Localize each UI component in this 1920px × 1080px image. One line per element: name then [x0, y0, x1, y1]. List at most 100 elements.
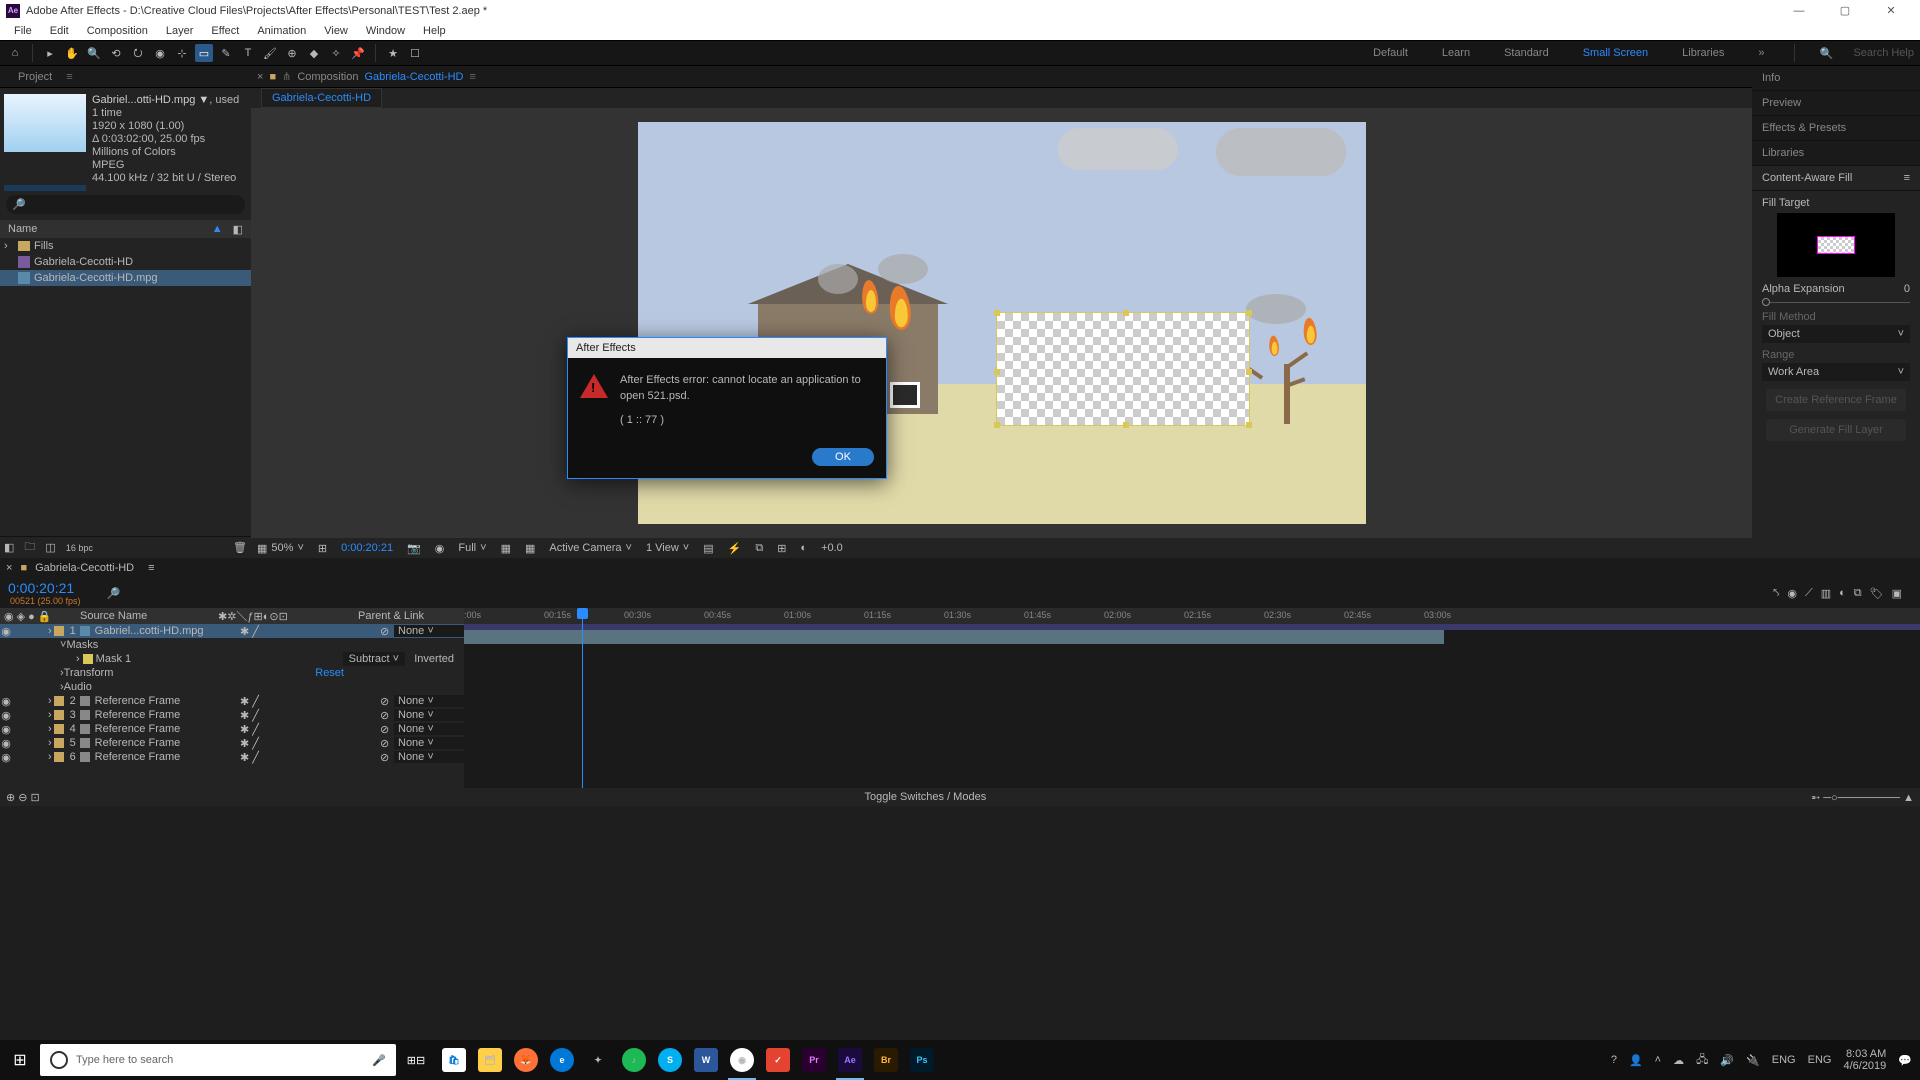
mask-region[interactable] — [996, 312, 1250, 426]
label-icon[interactable]: ◧ — [233, 223, 243, 236]
project-header[interactable]: Name▲◧ — [0, 220, 251, 238]
project-item-footage[interactable]: Gabriela-Cecotti-HD.mpg — [0, 270, 251, 286]
mic-icon[interactable]: 🎤 — [372, 1054, 386, 1067]
menu-composition[interactable]: Composition — [79, 23, 156, 39]
tray-lang2[interactable]: ENG — [1808, 1054, 1832, 1066]
layer-row[interactable]: ◉›3Reference Frame✱ ╱⊘None ˅ — [0, 708, 464, 722]
pixel-aspect-icon[interactable]: ▤ — [703, 542, 713, 555]
timeline-tab[interactable]: Gabriela-Cecotti-HD — [35, 562, 134, 574]
timeline-icon[interactable]: ⧉ — [755, 542, 763, 555]
tray-clock[interactable]: 8:03 AM4/6/2019 — [1843, 1048, 1886, 1072]
workspace-default[interactable]: Default — [1365, 43, 1416, 63]
viewer-timecode[interactable]: 0:00:20:21 — [341, 542, 393, 554]
panel-libraries[interactable]: Libraries — [1752, 141, 1920, 166]
taskbar-aftereffects[interactable]: Ae — [832, 1040, 868, 1080]
timeline-timecode[interactable]: 0:00:20:21 — [8, 580, 81, 596]
fill-icon[interactable]: ★ — [384, 44, 402, 62]
tray-up-icon[interactable]: ˄ — [1655, 1054, 1661, 1066]
flowchart-icon[interactable]: ⋔ — [282, 70, 291, 83]
tray-volume-icon[interactable]: 🔊 — [1720, 1054, 1734, 1067]
caf-alpha-value[interactable]: 0 — [1904, 283, 1910, 295]
search-icon[interactable]: 🔍 — [1817, 44, 1835, 62]
mask-mode-select[interactable]: Subtract ˅ — [343, 652, 405, 666]
menu-window[interactable]: Window — [358, 23, 413, 39]
interpret-icon[interactable]: ◧ — [4, 541, 14, 554]
trash-icon[interactable]: 🗑 — [233, 541, 247, 554]
puppet-tool-icon[interactable]: 📌 — [349, 44, 367, 62]
markers-icon[interactable]: 🏷 — [1870, 587, 1884, 600]
close-tab-icon[interactable]: × — [6, 562, 12, 574]
layer-masks[interactable]: ˅ Masks — [0, 638, 464, 652]
close-button[interactable]: ✕ — [1868, 0, 1914, 21]
tray-lang1[interactable]: ENG — [1772, 1054, 1796, 1066]
parent-select[interactable]: None ˅ — [394, 625, 464, 637]
panel-info[interactable]: Info — [1752, 66, 1920, 91]
flowchart-icon[interactable]: ⊞ — [777, 542, 786, 555]
layer-mask-1[interactable]: › Mask 1 Subtract ˅ Inverted — [0, 652, 464, 666]
mask-inverted[interactable]: Inverted — [414, 653, 454, 665]
grid-icon[interactable]: ▦ — [525, 542, 535, 555]
tray-notifications-icon[interactable]: 💬 — [1898, 1054, 1912, 1067]
stroke-icon[interactable]: ☐ — [406, 44, 424, 62]
layer-color[interactable] — [54, 738, 64, 748]
menu-help[interactable]: Help — [415, 23, 454, 39]
roi-icon[interactable]: ▦ — [501, 542, 511, 555]
time-ruler[interactable]: :00s 00:15s 00:30s 00:45s 01:00s 01:15s … — [464, 608, 1920, 624]
panel-effects[interactable]: Effects & Presets — [1752, 116, 1920, 141]
parent-select[interactable]: None ˅ — [394, 709, 464, 721]
ok-button[interactable]: OK — [812, 448, 874, 466]
eraser-tool-icon[interactable]: ◆ — [305, 44, 323, 62]
hide-shy-icon[interactable]: ⟋ — [1805, 587, 1813, 600]
layer-color[interactable] — [54, 710, 64, 720]
channel-icon[interactable]: ◉ — [435, 542, 445, 555]
layer-color[interactable] — [54, 752, 64, 762]
tray-onedrive-icon[interactable]: ☁ — [1673, 1054, 1684, 1067]
caf-range-select[interactable]: Work Area˅ — [1762, 363, 1910, 381]
layer-transform[interactable]: › TransformReset — [0, 666, 464, 680]
workspace-standard[interactable]: Standard — [1496, 43, 1557, 63]
new-folder-icon[interactable]: 🗀 — [24, 538, 35, 557]
panel-preview[interactable]: Preview — [1752, 91, 1920, 116]
workspace-small-screen[interactable]: Small Screen — [1575, 43, 1656, 63]
layer-color[interactable] — [54, 696, 64, 706]
project-item-folder[interactable]: ›Fills — [0, 238, 251, 254]
taskbar-skype[interactable]: S — [652, 1040, 688, 1080]
menu-file[interactable]: File — [6, 23, 40, 39]
layer-row[interactable]: ◉›6Reference Frame✱ ╱⊘None ˅ — [0, 750, 464, 764]
rotate-tool-icon[interactable]: ⭮ — [129, 44, 147, 62]
resolution-control[interactable]: ⊞ — [318, 542, 327, 555]
tray-network-icon[interactable]: 🖧 — [1696, 1051, 1708, 1070]
project-tab[interactable]: Project — [10, 68, 60, 86]
new-comp-icon[interactable]: ◫ — [45, 541, 55, 554]
create-reference-frame-button[interactable]: Create Reference Frame — [1766, 389, 1906, 411]
composition-viewer[interactable] — [251, 108, 1752, 538]
layer-row[interactable]: ◉›2Reference Frame✱ ╱⊘None ˅ — [0, 694, 464, 708]
layer-row[interactable]: ◉›4Reference Frame✱ ╱⊘None ˅ — [0, 722, 464, 736]
brush-tool-icon[interactable]: 🖌 — [261, 44, 279, 62]
zoom-tool-icon[interactable]: 🔍 — [85, 44, 103, 62]
parent-select[interactable]: None ˅ — [394, 723, 464, 735]
task-view-icon[interactable]: ⊞⊟ — [396, 1040, 436, 1080]
taskbar-explorer[interactable]: 🗂 — [472, 1040, 508, 1080]
parent-select[interactable]: None ˅ — [394, 737, 464, 749]
render-icon[interactable]: ▣ — [1892, 587, 1902, 600]
exposure-reset-icon[interactable]: ◐ — [800, 542, 807, 554]
visibility-icon[interactable]: ◉ — [0, 709, 12, 722]
zoom-slider[interactable]: ➵ ─○──────── ▲ — [1811, 791, 1914, 804]
layer-bar[interactable] — [464, 630, 1444, 644]
tray-help-icon[interactable]: ? — [1611, 1054, 1617, 1066]
workspace-libraries[interactable]: Libraries — [1674, 43, 1732, 63]
taskbar-chrome[interactable]: ◉ — [724, 1040, 760, 1080]
menu-view[interactable]: View — [316, 23, 356, 39]
comp-mini-icon[interactable]: ■ — [269, 71, 276, 83]
sort-icon[interactable]: ▲ — [212, 223, 223, 235]
workspace-more-icon[interactable]: » — [1750, 43, 1772, 63]
snapshot-icon[interactable]: 📷 — [407, 542, 421, 555]
home-icon[interactable]: ⌂ — [6, 44, 24, 62]
zoom-control[interactable]: ▦ 50% ˅ — [257, 542, 304, 555]
project-item-comp[interactable]: Gabriela-Cecotti-HD — [0, 254, 251, 270]
graph-editor-icon[interactable]: ⧉ — [1854, 587, 1862, 600]
taskbar-firefox[interactable]: 🦊 — [508, 1040, 544, 1080]
type-tool-icon[interactable]: T — [239, 44, 257, 62]
parent-select[interactable]: None ˅ — [394, 751, 464, 763]
